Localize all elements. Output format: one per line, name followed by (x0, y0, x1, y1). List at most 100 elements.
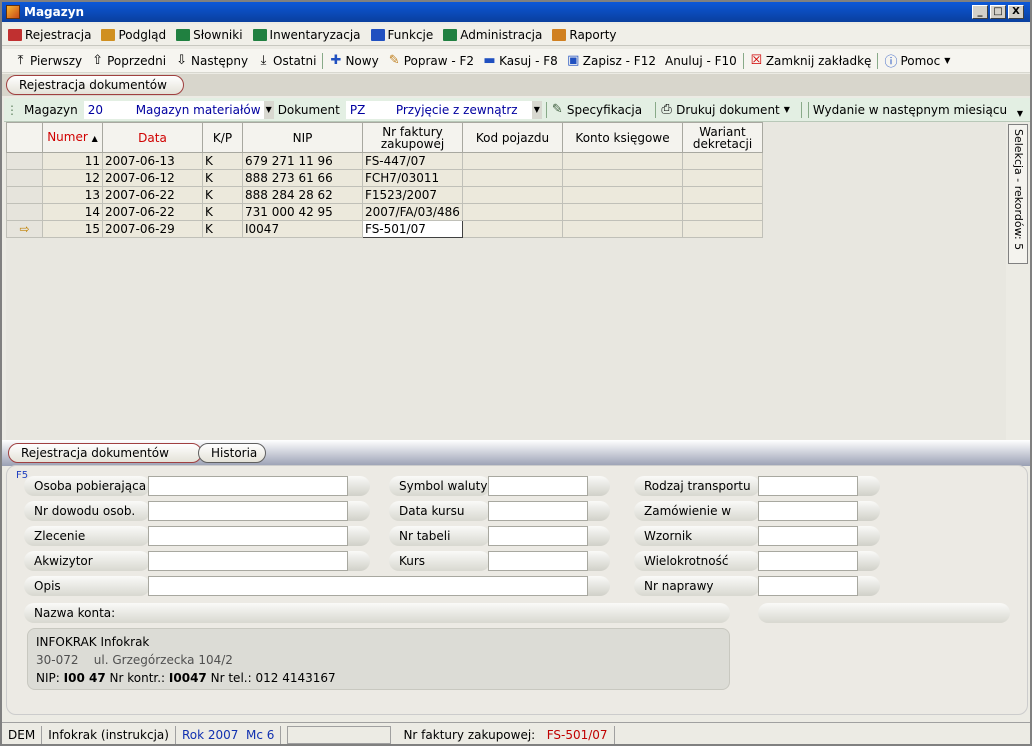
cancel-button[interactable]: Anuluj - F10 (665, 54, 737, 68)
help-button[interactable]: ⓘ Pomoc ▼ (884, 51, 950, 71)
waluta-field[interactable] (488, 476, 588, 496)
cell-kp[interactable]: K (202, 169, 243, 187)
delete-button[interactable]: ▬ Kasuj - F8 (483, 53, 557, 68)
col-wariant[interactable]: Wariant dekretacji (682, 122, 763, 153)
table-row[interactable]: 13 2007-06-22 K 888 284 28 62 F1523/2007 (6, 186, 763, 204)
row-header[interactable] (6, 152, 43, 170)
transport-field[interactable] (758, 476, 858, 496)
cell-faktura[interactable]: FS-447/07 (362, 152, 463, 170)
current-row-arrow-icon[interactable]: ⇨ (6, 220, 43, 238)
zamowienie-field[interactable] (758, 501, 858, 521)
close-button[interactable]: X (1008, 5, 1024, 19)
col-numer[interactable]: Numer ▲ (42, 122, 103, 153)
edit-button[interactable]: ✎ Popraw - F2 (388, 53, 474, 68)
table-row-selected[interactable]: ⇨ 15 2007-06-29 K I0047 FS-501/07 (6, 220, 763, 238)
cell-kod-pojazdu[interactable] (462, 186, 563, 204)
nr-naprawy-field[interactable] (758, 576, 858, 596)
cell-numer[interactable]: 13 (42, 186, 103, 204)
cell-wariant[interactable] (682, 152, 763, 170)
cell-kp[interactable]: K (202, 220, 243, 238)
col-kod-pojazdu[interactable]: Kod pojazdu (462, 122, 563, 153)
zlecenie-field[interactable] (148, 526, 348, 546)
new-button[interactable]: ✚ Nowy (329, 53, 379, 68)
row-header[interactable] (6, 169, 43, 187)
cell-nip[interactable]: I0047 (242, 220, 363, 238)
cell-kp[interactable]: K (202, 152, 243, 170)
cell-konto[interactable] (562, 186, 683, 204)
first-button[interactable]: ⤒ Pierwszy (14, 53, 82, 68)
selection-side-tab[interactable]: Selekcja - rekordów: 5 (1008, 124, 1028, 264)
cell-kp[interactable]: K (202, 203, 243, 221)
menu-inwentaryzacja[interactable]: Inwentaryzacja (252, 28, 361, 42)
maximize-button[interactable]: □ (990, 5, 1006, 19)
cell-wariant[interactable] (682, 169, 763, 187)
col-nip[interactable]: NIP (242, 122, 363, 153)
table-row[interactable]: 14 2007-06-22 K 731 000 42 95 2007/FA/03… (6, 203, 763, 221)
cell-kod-pojazdu[interactable] (462, 203, 563, 221)
cell-konto[interactable] (562, 152, 683, 170)
prev-button[interactable]: ⇧ Poprzedni (91, 53, 166, 68)
cell-konto[interactable] (562, 169, 683, 187)
tab-historia[interactable]: Historia (198, 443, 266, 463)
magazyn-code-field[interactable]: 20 (83, 100, 132, 119)
cell-data[interactable]: 2007-06-22 (102, 186, 203, 204)
cell-nip[interactable]: 888 273 61 66 (242, 169, 363, 187)
cell-numer[interactable]: 11 (42, 152, 103, 170)
chevron-down-icon[interactable]: ▼ (1014, 108, 1026, 120)
cell-faktura[interactable]: F1523/2007 (362, 186, 463, 204)
row-header[interactable] (6, 203, 43, 221)
next-button[interactable]: ⇩ Następny (175, 53, 248, 68)
table-row[interactable]: 11 2007-06-13 K 679 271 11 96 FS-447/07 (6, 152, 763, 170)
col-kp[interactable]: K/P (202, 122, 243, 153)
cell-kp[interactable]: K (202, 186, 243, 204)
spec-button[interactable]: ✎ Specyfikacja (551, 102, 642, 117)
menu-podglad[interactable]: Podgląd (101, 28, 166, 42)
cell-nip[interactable]: 888 284 28 62 (242, 186, 363, 204)
cell-faktura-active[interactable]: FS-501/07 (362, 220, 463, 238)
dowod-field[interactable] (148, 501, 348, 521)
cell-konto[interactable] (562, 203, 683, 221)
cell-numer[interactable]: 12 (42, 169, 103, 187)
akwizytor-field[interactable] (148, 551, 348, 571)
cell-nip[interactable]: 679 271 11 96 (242, 152, 363, 170)
cell-wariant[interactable] (682, 186, 763, 204)
tab-rejestracja-top[interactable]: Rejestracja dokumentów (6, 75, 184, 95)
dokument-code-field[interactable]: PZ (345, 100, 392, 119)
menu-slowniki[interactable]: Słowniki (176, 28, 243, 42)
nr-tabeli-field[interactable] (488, 526, 588, 546)
next-month-button[interactable]: Wydanie w następnym miesiącu (813, 103, 1007, 117)
dokument-dropdown-icon[interactable]: ▼ (531, 100, 542, 119)
data-kursu-field[interactable] (488, 501, 588, 521)
print-button[interactable]: ⎙ Drukuj dokument ▼ (660, 102, 790, 117)
dokument-name-field[interactable]: Przyjęcie z zewnątrz (391, 100, 532, 119)
cell-numer[interactable]: 15 (42, 220, 103, 238)
wielokrotnosc-field[interactable] (758, 551, 858, 571)
col-konto[interactable]: Konto księgowe (562, 122, 683, 153)
tab-rejestracja-bottom[interactable]: Rejestracja dokumentów (8, 443, 202, 463)
magazyn-name-field[interactable]: Magazyn materiałów (131, 100, 264, 119)
cell-kod-pojazdu[interactable] (462, 220, 563, 238)
menu-raporty[interactable]: Raporty (552, 28, 617, 42)
wzornik-field[interactable] (758, 526, 858, 546)
cell-nip[interactable]: 731 000 42 95 (242, 203, 363, 221)
cell-kod-pojazdu[interactable] (462, 169, 563, 187)
cell-faktura[interactable]: FCH7/03011 (362, 169, 463, 187)
osoba-field[interactable] (148, 476, 348, 496)
kurs-field[interactable] (488, 551, 588, 571)
cell-data[interactable]: 2007-06-13 (102, 152, 203, 170)
cell-faktura[interactable]: 2007/FA/03/486 (362, 203, 463, 221)
cell-data[interactable]: 2007-06-29 (102, 220, 203, 238)
magazyn-dropdown-icon[interactable]: ▼ (263, 100, 274, 119)
close-tab-button[interactable]: ☒ Zamknij zakładkę (750, 53, 871, 68)
cell-data[interactable]: 2007-06-22 (102, 203, 203, 221)
opis-field[interactable] (148, 576, 588, 596)
cell-numer[interactable]: 14 (42, 203, 103, 221)
cell-wariant[interactable] (682, 220, 763, 238)
col-data[interactable]: Data (102, 122, 203, 153)
cell-kod-pojazdu[interactable] (462, 152, 563, 170)
menu-administracja[interactable]: Administracja (443, 28, 542, 42)
table-row[interactable]: 12 2007-06-12 K 888 273 61 66 FCH7/03011 (6, 169, 763, 187)
cell-data[interactable]: 2007-06-12 (102, 169, 203, 187)
save-button[interactable]: ▣ Zapisz - F12 (567, 53, 656, 68)
col-nr-faktury[interactable]: Nr faktury zakupowej (362, 122, 463, 153)
